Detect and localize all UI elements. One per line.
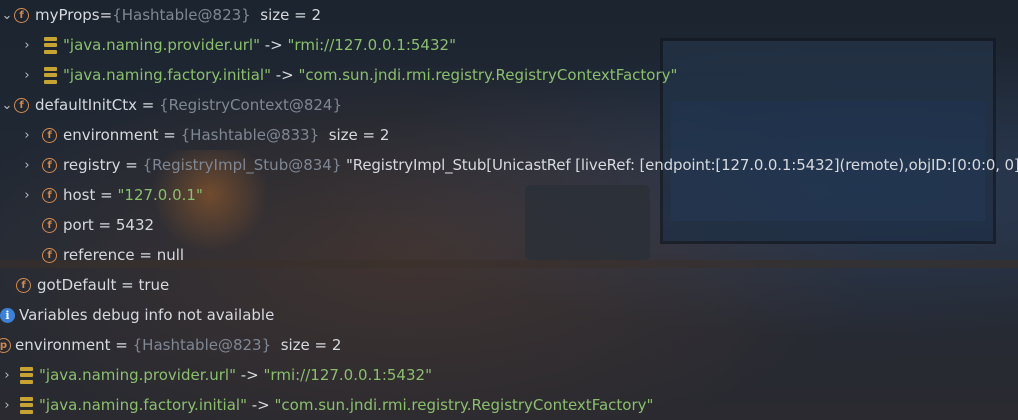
collapse-arrow-icon[interactable]: ⌄ bbox=[0, 8, 14, 23]
variable-name: reference bbox=[63, 246, 135, 264]
variable-row-environment[interactable]: › f environment = {Hashtable@833} size =… bbox=[0, 120, 1018, 150]
variable-row-port[interactable]: › f port = 5432 bbox=[0, 210, 1018, 240]
expand-arrow-icon[interactable]: › bbox=[20, 158, 34, 173]
equals-sign: = bbox=[120, 156, 143, 174]
equals-sign: = bbox=[137, 96, 160, 114]
variable-name: port bbox=[63, 216, 94, 234]
variable-name: environment bbox=[15, 336, 111, 354]
expand-arrow-icon[interactable]: › bbox=[20, 38, 34, 53]
variable-value: 5432 bbox=[115, 216, 155, 234]
equals-sign: = bbox=[158, 126, 181, 144]
map-entry-icon bbox=[44, 36, 57, 54]
variable-size: size = 2 bbox=[250, 6, 321, 24]
map-entry-row[interactable]: › "java.naming.provider.url" -> "rmi://1… bbox=[0, 360, 1018, 390]
object-reference: {Hashtable@823} bbox=[132, 336, 272, 354]
field-icon: f bbox=[14, 7, 29, 23]
field-icon: f bbox=[42, 127, 57, 143]
variable-size: size = 2 bbox=[271, 336, 342, 354]
variable-row-registry[interactable]: › f registry = {RegistryImpl_Stub@834} "… bbox=[0, 150, 1018, 180]
field-icon: f bbox=[16, 277, 31, 293]
variable-row-environment-param[interactable]: p environment = {Hashtable@823} size = 2 bbox=[0, 330, 1018, 360]
equals-sign: = bbox=[110, 336, 133, 354]
entry-value: "rmi://127.0.0.1:5432" bbox=[287, 36, 456, 54]
entry-arrow: -> bbox=[236, 366, 264, 384]
expand-arrow-icon[interactable]: › bbox=[0, 368, 14, 383]
field-icon: f bbox=[42, 217, 57, 233]
collapse-arrow-icon[interactable]: ⌄ bbox=[0, 98, 14, 113]
equals-sign: = bbox=[134, 246, 157, 264]
debug-info-message: i Variables debug info not available bbox=[0, 300, 1018, 330]
variable-row-defaultinitctx[interactable]: ⌄ f defaultInitCtx = {RegistryContext@82… bbox=[0, 90, 1018, 120]
equals-sign: = bbox=[95, 186, 118, 204]
variable-tostring-value: "RegistryImpl_Stub[UnicastRef [liveRef: … bbox=[341, 156, 1018, 174]
field-icon: f bbox=[14, 97, 29, 113]
variable-name: host bbox=[63, 186, 96, 204]
message-text: Variables debug info not available bbox=[19, 306, 275, 324]
map-entry-row[interactable]: › "java.naming.factory.initial" -> "com.… bbox=[0, 390, 1018, 420]
map-entry-icon bbox=[20, 396, 33, 414]
map-entry-icon bbox=[44, 66, 57, 84]
object-reference: {Hashtable@823} bbox=[112, 6, 251, 24]
map-entry-row[interactable]: › "java.naming.provider.url" -> "rmi://1… bbox=[0, 30, 1018, 60]
equals-sign: = bbox=[93, 216, 116, 234]
expand-arrow-icon[interactable]: › bbox=[20, 188, 34, 203]
entry-arrow: -> bbox=[246, 396, 275, 414]
info-icon: i bbox=[0, 307, 15, 323]
object-reference: {RegistryContext@824} bbox=[159, 96, 342, 114]
entry-key: "java.naming.factory.initial" bbox=[39, 396, 247, 414]
variable-value: true bbox=[138, 276, 170, 294]
variable-name: registry bbox=[63, 156, 121, 174]
equals-sign: = bbox=[99, 6, 113, 24]
variable-row-gotdefault[interactable]: › f gotDefault = true bbox=[0, 270, 1018, 300]
entry-arrow: -> bbox=[260, 36, 288, 54]
map-entry-icon bbox=[20, 366, 33, 384]
object-reference: {Hashtable@833} bbox=[180, 126, 320, 144]
equals-sign: = bbox=[116, 276, 139, 294]
entry-key: "java.naming.factory.initial" bbox=[63, 66, 271, 84]
entry-value: "com.sun.jndi.rmi.registry.RegistryConte… bbox=[298, 66, 678, 84]
expand-arrow-icon[interactable]: › bbox=[0, 398, 14, 413]
entry-value: "com.sun.jndi.rmi.registry.RegistryConte… bbox=[274, 396, 654, 414]
variable-row-host[interactable]: › f host = "127.0.0.1" bbox=[0, 180, 1018, 210]
variable-name: myProps bbox=[35, 6, 100, 24]
entry-key: "java.naming.provider.url" bbox=[63, 36, 260, 54]
field-icon: f bbox=[42, 247, 57, 263]
variable-row-myprops[interactable]: ⌄ f myProps = {Hashtable@823} size = 2 bbox=[0, 0, 1018, 30]
parameter-icon: p bbox=[0, 337, 11, 353]
variable-value: null bbox=[156, 246, 185, 264]
variable-size: size = 2 bbox=[319, 126, 390, 144]
field-icon: f bbox=[42, 187, 57, 203]
entry-value: "rmi://127.0.0.1:5432" bbox=[263, 366, 432, 384]
variable-row-reference[interactable]: › f reference = null bbox=[0, 240, 1018, 270]
variable-name: gotDefault bbox=[37, 276, 117, 294]
variable-name: environment bbox=[63, 126, 159, 144]
expand-arrow-icon[interactable]: › bbox=[20, 68, 34, 83]
entry-arrow: -> bbox=[270, 66, 299, 84]
entry-key: "java.naming.provider.url" bbox=[39, 366, 236, 384]
map-entry-row[interactable]: › "java.naming.factory.initial" -> "com.… bbox=[0, 60, 1018, 90]
expand-arrow-icon[interactable]: › bbox=[20, 128, 34, 143]
field-icon: f bbox=[42, 157, 57, 173]
variable-name: defaultInitCtx bbox=[35, 96, 137, 114]
object-reference: {RegistryImpl_Stub@834} bbox=[142, 156, 342, 174]
variable-value: "127.0.0.1" bbox=[117, 186, 203, 204]
